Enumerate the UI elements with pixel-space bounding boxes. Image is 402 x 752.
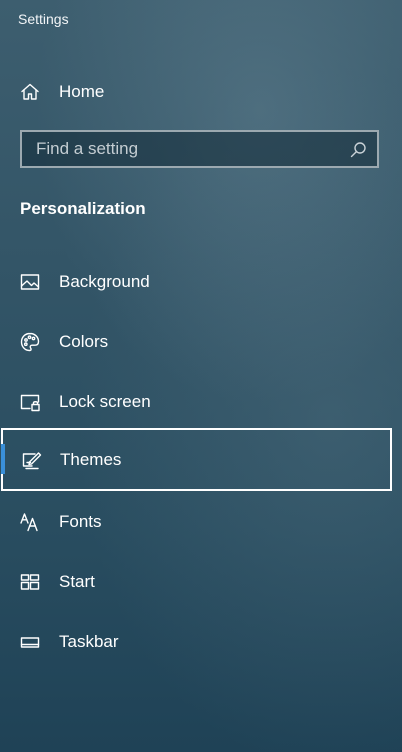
nav-home-label: Home <box>59 82 105 101</box>
nav-item-label: Lock screen <box>59 392 151 411</box>
lock-screen-icon <box>19 391 41 413</box>
themes-icon <box>21 449 43 471</box>
nav-item-fonts[interactable]: Fonts <box>0 492 402 552</box>
nav-home[interactable]: Home <box>0 62 402 122</box>
nav-item-label: Background <box>59 272 150 291</box>
home-icon <box>19 81 41 103</box>
nav-item-label: Taskbar <box>59 632 119 651</box>
search-box[interactable] <box>20 130 379 168</box>
nav-item-lock-screen[interactable]: Lock screen <box>0 372 402 432</box>
nav-item-label: Colors <box>59 332 109 351</box>
picture-icon <box>19 271 41 293</box>
nav-item-label: Fonts <box>59 512 102 531</box>
search-icon[interactable] <box>349 141 367 159</box>
section-heading: Personalization <box>20 199 146 218</box>
selection-indicator <box>1 444 5 474</box>
nav-item-start[interactable]: Start <box>0 552 402 612</box>
nav-item-label: Themes <box>60 449 122 469</box>
start-icon <box>19 571 41 593</box>
window-title: Settings <box>18 11 69 27</box>
fonts-icon <box>19 511 41 533</box>
nav-item-themes[interactable]: Themes <box>1 428 392 491</box>
taskbar-icon <box>19 631 41 653</box>
palette-icon <box>19 331 41 353</box>
nav-item-colors[interactable]: Colors <box>0 312 402 372</box>
nav-item-background[interactable]: Background <box>0 252 402 312</box>
nav-item-taskbar[interactable]: Taskbar <box>0 612 402 672</box>
search-input[interactable] <box>22 133 338 165</box>
nav-item-label: Start <box>59 572 95 591</box>
